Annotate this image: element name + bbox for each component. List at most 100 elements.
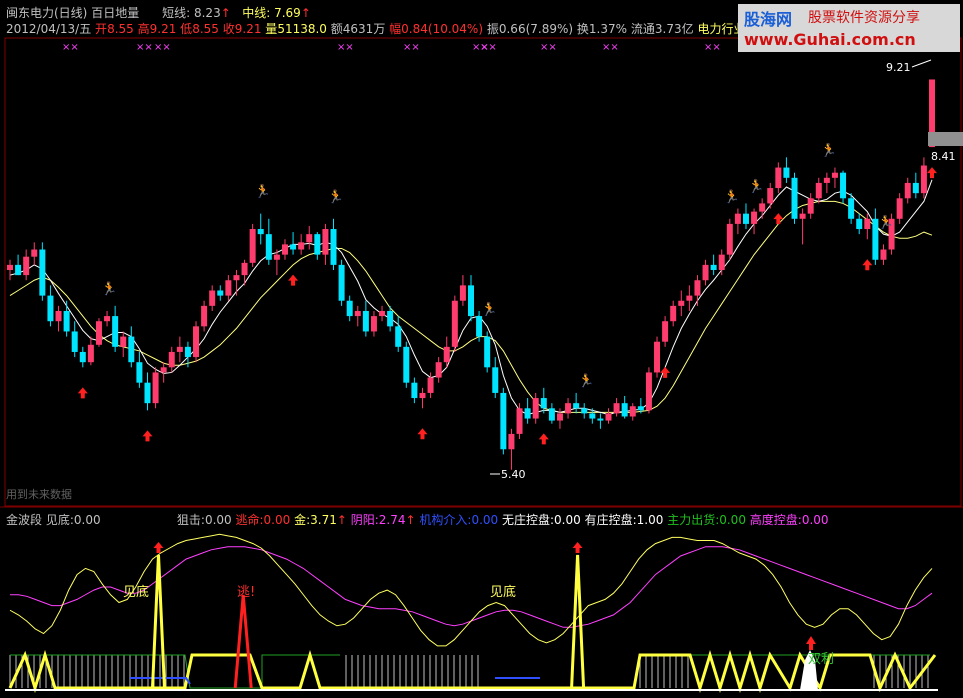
candle-body (734, 213, 741, 224)
zhuli-value: 0.00 (719, 513, 746, 527)
watermark-url: www.Guhai.com.cn (744, 30, 916, 49)
candle-body (508, 433, 515, 450)
signal-up-arrow-icon (153, 542, 164, 553)
lower-indicator-name: 金波段 (6, 513, 43, 527)
candle-body (920, 165, 927, 194)
jiandi-label: 见底: (45, 513, 74, 527)
taoming-label: 逃命: (235, 513, 264, 527)
candle-body (298, 242, 305, 250)
candle-body (379, 310, 386, 317)
candle-body (395, 326, 402, 347)
candle-body (565, 403, 572, 414)
candle-body (856, 218, 863, 230)
candle-body (168, 351, 175, 368)
candle-body (694, 280, 701, 296)
open-label: 开 (95, 22, 108, 36)
candle-body (791, 177, 798, 219)
candle-body (670, 305, 677, 322)
candle-body (759, 203, 766, 212)
magenta-x-mark: ×× (602, 42, 619, 53)
indicator-name: 百日地量 (91, 6, 140, 20)
stock-name: 闽东电力(日线) (6, 6, 88, 20)
candle-body (217, 290, 224, 296)
candle-body (427, 377, 434, 393)
candle-body (265, 234, 272, 260)
gaodu-value: 0.00 (801, 513, 829, 527)
jiandi-mark-1: 见底 (123, 584, 149, 600)
candle-body (605, 413, 612, 421)
candle-body (468, 285, 474, 317)
up-arrow-icon: ↑ (336, 513, 347, 527)
candle-body (864, 218, 871, 230)
candle-body (742, 213, 749, 224)
juji-value: 0.00 (204, 513, 232, 527)
last-price-box (928, 132, 963, 146)
candle-body (775, 167, 782, 189)
change-value: 0.84(10.04%) (401, 22, 484, 36)
candle-body (451, 300, 458, 347)
candle-body (896, 198, 903, 219)
future-data-note: 用到未来数据 (6, 488, 72, 501)
amplitude-value: 0.66(7.89%) (498, 22, 574, 36)
up-arrow-icon: ↑ (300, 6, 311, 20)
signal-up-arrow-icon (417, 428, 428, 440)
close-value: 9.21 (234, 22, 262, 36)
signal-up-arrow-icon (572, 542, 583, 553)
close-label: 收 (222, 22, 235, 36)
candle-body (257, 229, 264, 235)
candle-body (662, 321, 669, 342)
runner-icon: 🏃 (328, 189, 344, 205)
turnover-value: 1.37% (588, 22, 628, 36)
candles (7, 79, 935, 470)
candle-body (848, 198, 855, 219)
last-price-label: 8.41 (931, 150, 956, 163)
volume-value: 51138.0 (277, 22, 327, 36)
candle-body (823, 177, 830, 183)
candle-body (532, 398, 539, 419)
youzhuang-value: 1.00 (636, 513, 664, 527)
jigou-value: 0.00 (471, 513, 499, 527)
candle-body (193, 326, 200, 358)
magenta-x-mark: ×× (154, 42, 171, 53)
candle-body (31, 249, 38, 257)
runner-icon: 🏃 (821, 143, 837, 159)
magenta-x-mark: ×× (337, 42, 354, 53)
signal-up-arrow-icon (773, 213, 784, 225)
wuzhuang-value: 0.00 (554, 513, 581, 527)
candle-body (718, 254, 725, 270)
watermark-site: 股海网 (744, 10, 793, 29)
runner-icon: 🏃 (724, 189, 740, 205)
candle-body (79, 351, 86, 363)
runner-icon: 🏃 (255, 184, 271, 200)
candle-body (500, 392, 507, 450)
candle-body (152, 372, 159, 404)
candle-body (120, 336, 127, 347)
date: 2012/04/13/五 (6, 22, 92, 36)
candle-body (548, 408, 555, 421)
lower-bars (8, 636, 937, 694)
jigou-label: 机构介入: (419, 513, 472, 527)
candle-body (314, 234, 321, 255)
jiandi-spike (570, 554, 586, 689)
candle-body (419, 392, 426, 399)
stock-chart: ×××××××××××××××××××××× 🏃🏃🏃🏃🏃🏃🏃🏃🏃 9.21 8.… (0, 37, 963, 694)
candle-body (702, 264, 709, 281)
runner-icon: 🏃 (481, 301, 497, 317)
magenta-x-mark: ×× (540, 42, 557, 53)
lower-spikes (150, 542, 586, 689)
candle-body (249, 229, 256, 263)
candle-body (338, 264, 345, 301)
candle-body (556, 413, 563, 421)
tao-mark: 逃! (237, 585, 255, 600)
amplitude-label: 振 (486, 22, 499, 36)
watermark: 股海网 股票软件资源分享 www.Guhai.com.cn (738, 4, 960, 52)
open-value: 8.55 (107, 22, 134, 36)
float-label: 流通 (630, 22, 655, 36)
signal-up-arrow-icon (142, 430, 153, 442)
mid-label: 中线: (242, 6, 271, 20)
candle-body (621, 403, 628, 417)
candle-body (807, 198, 814, 214)
candle-body (912, 182, 919, 194)
green-box (10, 654, 340, 689)
candle-body (484, 336, 491, 368)
